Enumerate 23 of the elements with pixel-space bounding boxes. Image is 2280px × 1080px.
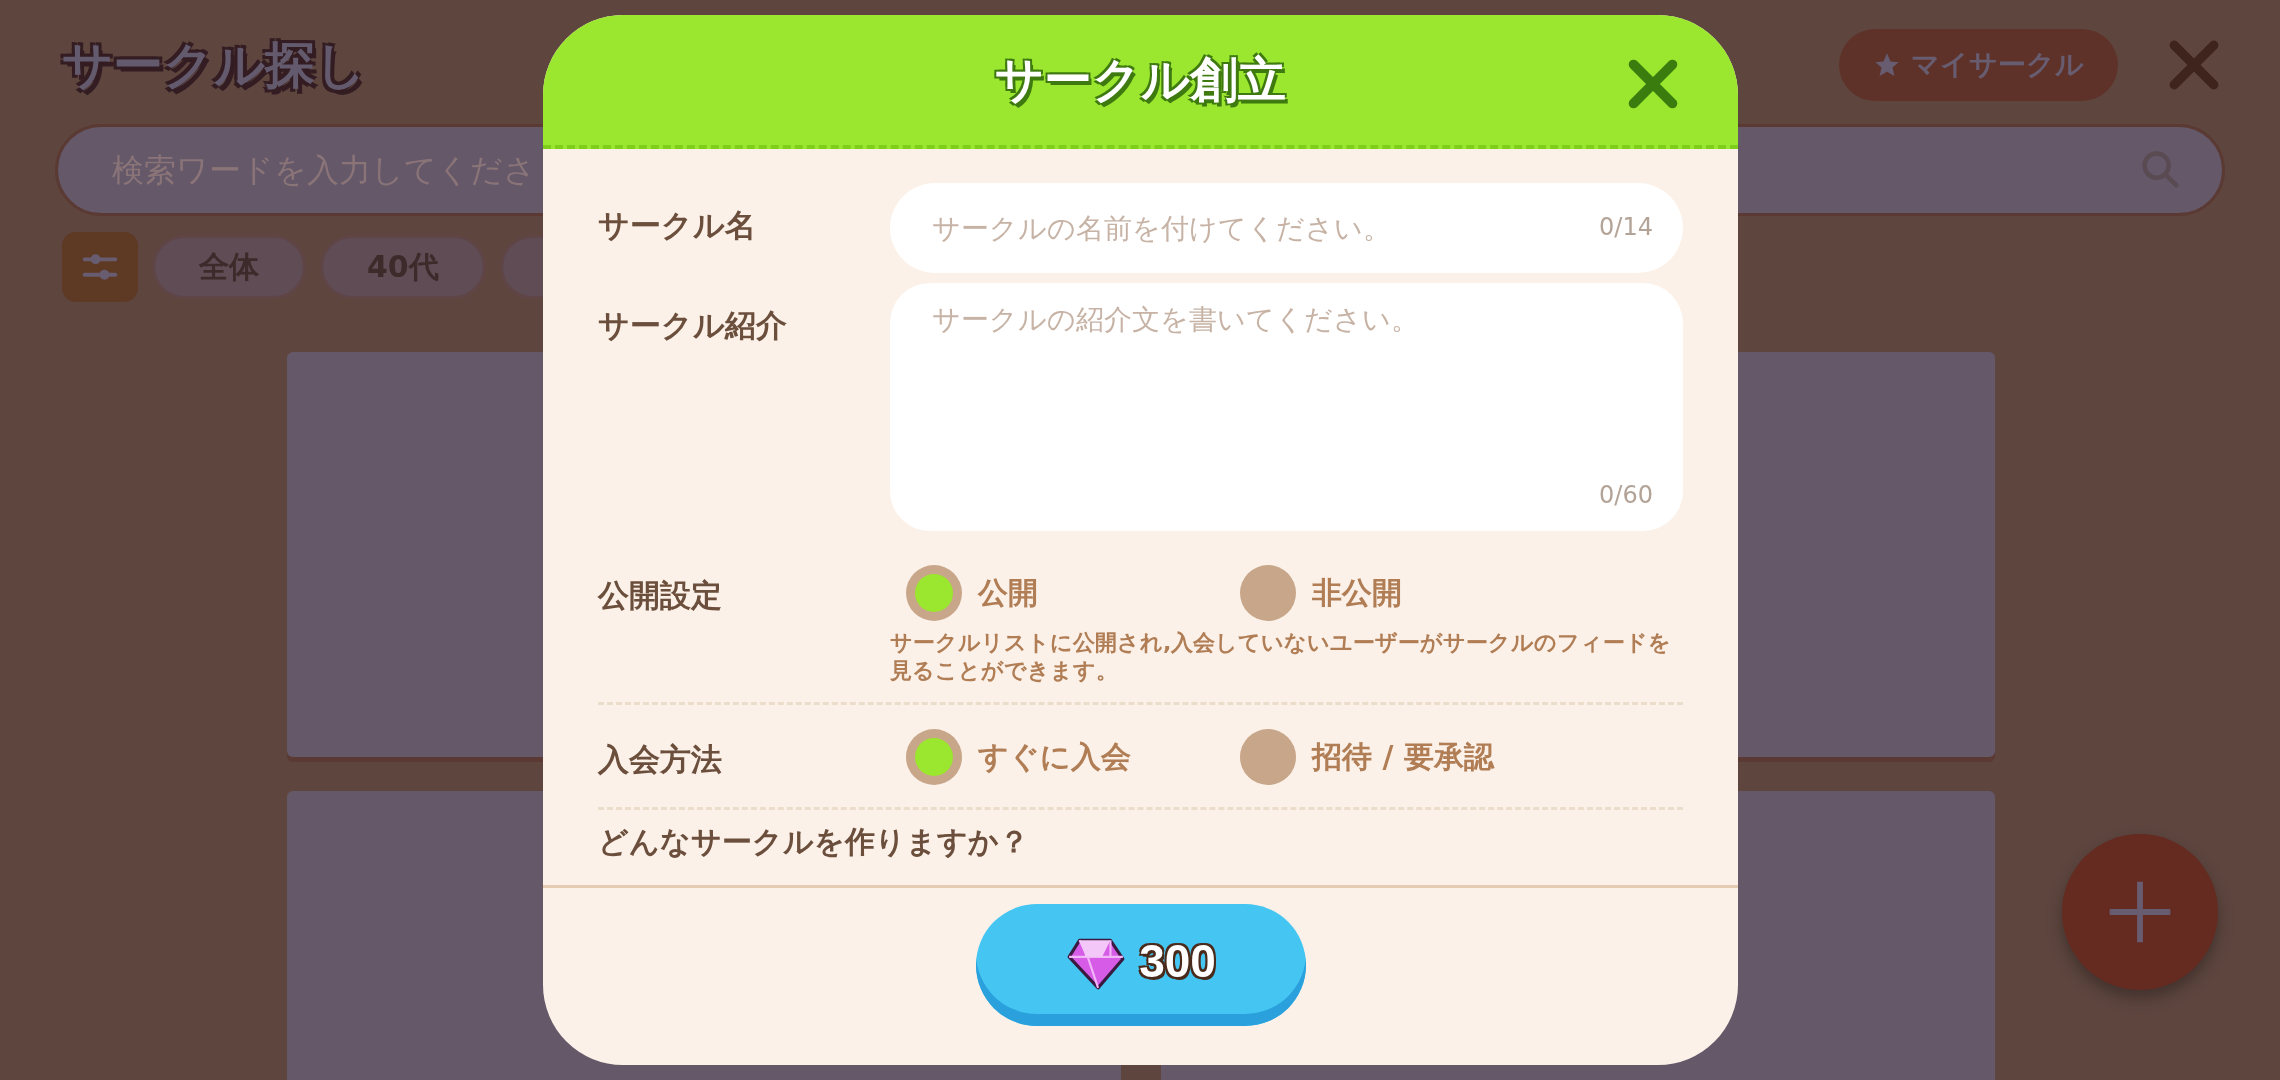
field-label: サークル紹介 [598, 306, 788, 345]
create-button[interactable]: 300 [975, 904, 1306, 1026]
section-heading: どんなサークルを作りますか？ [598, 823, 1030, 861]
close-icon[interactable] [2168, 39, 2220, 91]
char-counter: 0/14 [1599, 213, 1653, 241]
filter-button[interactable] [62, 232, 138, 302]
setting-label: 入会方法 [598, 740, 723, 779]
radio-button[interactable] [906, 729, 962, 785]
radio-button[interactable] [906, 565, 962, 621]
radio-label: すぐに入会 [978, 737, 1131, 776]
char-counter: 0/60 [1599, 481, 1653, 509]
star-icon [1873, 51, 1901, 79]
dialog-title: サークル創立 [995, 50, 1286, 109]
setting-description: サークルリストに公開され,入会していないユーザーがサークルのフィードを見ることができます。 [890, 629, 1673, 684]
my-circle-button[interactable]: マイサークル [1839, 29, 2118, 101]
radio-button[interactable] [1240, 729, 1296, 785]
field-label: サークル名 [598, 206, 757, 245]
setting-label: 公開設定 [598, 576, 723, 615]
close-icon[interactable] [1626, 57, 1680, 111]
radio-label: 非公開 [1312, 573, 1402, 612]
radio-button[interactable] [1240, 565, 1296, 621]
radio-label: 招待 / 要承認 [1312, 737, 1494, 776]
radio-label: 公開 [978, 573, 1038, 612]
